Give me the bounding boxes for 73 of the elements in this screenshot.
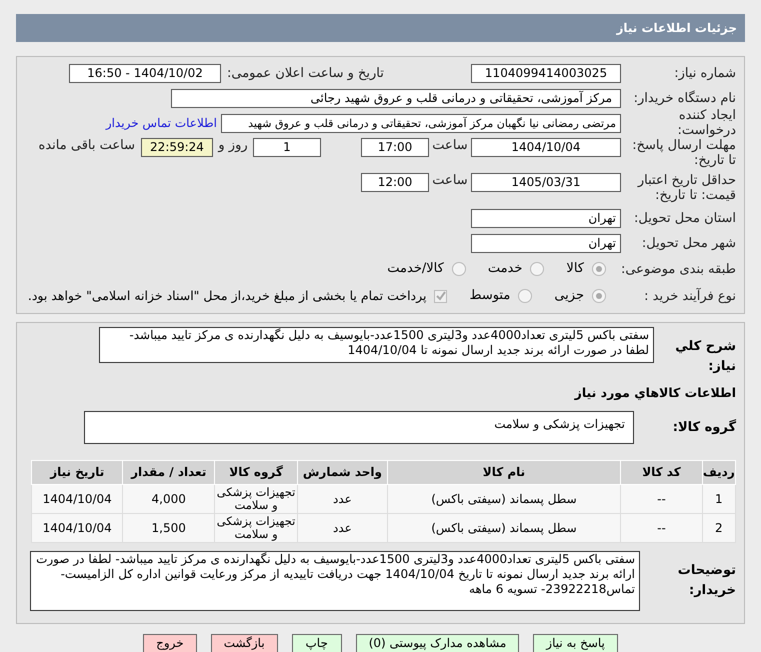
field-label: شهر محل تحویل: xyxy=(640,236,736,250)
buyer-name-field: مرکز آموزشی، تحقیقاتی و درمانی قلب و عروق شهید رجائی xyxy=(171,88,621,108)
action-button[interactable]: بازگشت xyxy=(210,634,278,652)
remaining-time-field: 22:59:24 xyxy=(141,138,213,157)
buyer-contact-link[interactable]: اطلاعات تماس خریدار xyxy=(106,114,217,132)
field-label: روز و xyxy=(216,138,249,153)
table-cell: 4,000 xyxy=(122,484,214,514)
table-cell: عدد xyxy=(298,513,388,542)
radio-button[interactable] xyxy=(592,262,606,276)
column-header: ردیف xyxy=(702,460,736,484)
table-cell: -- xyxy=(620,484,702,514)
description-field: سفتی باکس 5لیتری تعداد4000عدد و3لیتری 1500عدد-بایوسیف به دلیل نگهدارنده ی مرکز تایید میباشد- لطفا در صورت ارائه برند جدید ارسال نمونه تا 1404/10/04 xyxy=(99,327,654,363)
table-cell: 1 xyxy=(702,484,736,514)
field-label: توضیحات خریدار: xyxy=(676,562,736,600)
table-cell: سطل پسماند (سیفتی باکس) xyxy=(387,484,621,514)
table-cell: تجهیزات پزشکی و سلامت xyxy=(214,513,298,542)
action-button[interactable]: پاسخ به نیاز xyxy=(533,634,618,652)
goods-group-field: تجهیزات پزشکی و سلامت xyxy=(84,410,634,444)
radio-label: کالا/خدمت xyxy=(387,260,444,278)
field-label: حداقل تاریخ اعتبار قیمت: تا تاریخ: xyxy=(636,173,736,203)
column-header: واحد شمارش xyxy=(298,460,388,484)
checkbox[interactable] xyxy=(434,290,448,302)
table-cell: 1,500 xyxy=(122,513,214,542)
column-header: نام کالا xyxy=(387,460,621,484)
need-number-field: 1104099414003025 xyxy=(471,64,621,82)
table-cell: 1404/10/04 xyxy=(32,513,123,542)
field-label: استان محل تحویل: xyxy=(633,210,736,226)
table-cell: -- xyxy=(620,513,702,542)
table-cell: 1404/10/04 xyxy=(32,484,123,514)
column-header: تعداد / مقدار xyxy=(122,460,214,484)
field-label: نوع فرآیند خرید : xyxy=(643,288,736,304)
buyer-notes-field: سفتی باکس 5لیتری تعداد4000عدد و3لیتری 1500عدد-بایوسیف به دلیل نگهدارنده ی مرکز تایید میباشد- لطفا در صورت ارائه برند جدید ارسال نمونه تا تاریخ 1404/10/04 جهت دریافت تاییدیه از مرکز ورعایت قوانین اداره کل الزامیست- تماس23922218- تسویه 6 ماهه xyxy=(30,550,640,611)
table-cell: عدد xyxy=(298,484,388,514)
reply-time-field: 17:00 xyxy=(361,138,429,157)
field-label: ساعت باقی مانده xyxy=(38,138,135,153)
radio-label: کالا xyxy=(566,260,584,278)
column-header: گروه کالا xyxy=(214,460,298,484)
table-cell: 2 xyxy=(702,513,736,542)
days-field: 1 xyxy=(253,138,321,157)
city-field: تهران xyxy=(471,234,621,252)
radio-button[interactable] xyxy=(518,289,532,303)
radio-label: جزیی xyxy=(554,287,584,306)
column-header: کد کالا xyxy=(620,460,702,484)
field-label: مهلت ارسال پاسخ: تا تاریخ: xyxy=(631,138,736,168)
field-label: شماره نیاز: xyxy=(673,66,736,80)
field-label: ایجاد کننده درخواست: xyxy=(676,108,736,138)
field-label: نام دستگاه خریدار: xyxy=(632,90,736,106)
field-label: گروه کالا: xyxy=(672,418,736,436)
creator-field: مرتضی رمضانی نیا نگهبان مرکز آموزشی، تحقیقاتی و درمانی قلب و عروق شهید xyxy=(221,114,621,132)
radio-button[interactable] xyxy=(452,262,466,276)
action-button[interactable]: چاپ xyxy=(292,634,342,652)
field-label: ساعت xyxy=(431,138,469,153)
field-label: تاریخ و ساعت اعلان عمومی: xyxy=(226,66,385,80)
reply-date-field: 1404/10/04 xyxy=(471,138,621,157)
validity-time-field: 12:00 xyxy=(361,173,429,192)
validity-date-field: 1405/03/31 xyxy=(471,173,621,192)
field-label: شرح کلي نياز: xyxy=(674,338,736,376)
announce-date-field: 1404/10/02 - 16:50 xyxy=(69,64,221,82)
field-label: طبقه بندی موضوعی: xyxy=(620,262,736,276)
radio-label: متوسط xyxy=(469,287,510,306)
checkbox-label: پرداخت تمام یا بخشی از مبلغ خرید،از محل "اسناد خزانه اسلامی" خواهد بود. xyxy=(28,286,426,305)
table-cell: تجهیزات پزشکی و سلامت xyxy=(214,484,298,514)
page-title: جزئیات اطلاعات نیاز xyxy=(616,20,737,37)
action-button[interactable]: خروج xyxy=(143,634,197,652)
radio-label: خدمت xyxy=(488,260,522,278)
radio-button[interactable] xyxy=(592,289,606,303)
section-title: اطلاعات کالاهاي مورد نياز xyxy=(573,384,736,402)
table-cell: سطل پسماند (سیفتی باکس) xyxy=(387,513,621,542)
radio-button[interactable] xyxy=(530,262,544,276)
column-header: تاریخ نیاز xyxy=(32,460,123,484)
province-field: تهران xyxy=(471,208,621,228)
field-label: ساعت xyxy=(431,173,469,188)
action-button[interactable]: مشاهده مدارک پیوستی (0) xyxy=(356,634,520,652)
